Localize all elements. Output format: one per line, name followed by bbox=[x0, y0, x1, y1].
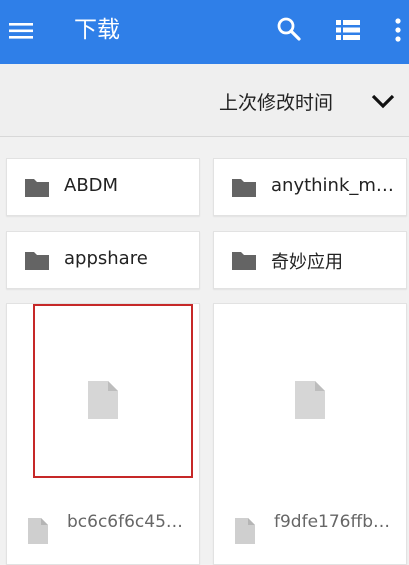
folder-name: appshare bbox=[64, 248, 148, 269]
folder-card[interactable]: 奇妙应用 bbox=[213, 231, 407, 289]
document-icon bbox=[295, 381, 325, 419]
file-card[interactable]: f9dfe176ffb… bbox=[213, 303, 407, 565]
file-thumbnail bbox=[214, 304, 406, 474]
more-vert-icon[interactable] bbox=[392, 16, 404, 44]
folder-card[interactable]: ABDM bbox=[6, 158, 200, 216]
sort-label[interactable]: 上次修改时间 bbox=[219, 88, 333, 115]
sort-bar[interactable]: 上次修改时间 bbox=[0, 64, 409, 137]
folder-icon bbox=[232, 252, 256, 270]
document-icon bbox=[235, 518, 255, 544]
menu-icon[interactable] bbox=[8, 18, 34, 44]
list-view-icon[interactable] bbox=[335, 17, 361, 43]
selection-highlight bbox=[33, 304, 193, 478]
file-name: bc6c6f6c45… bbox=[67, 512, 183, 532]
file-name: f9dfe176ffb… bbox=[274, 512, 390, 532]
chevron-down-icon[interactable] bbox=[370, 92, 396, 110]
folder-name: 奇妙应用 bbox=[271, 252, 343, 273]
app-bar: 下载 bbox=[0, 0, 409, 64]
search-icon[interactable] bbox=[276, 16, 302, 42]
folder-card[interactable]: appshare bbox=[6, 231, 200, 289]
document-icon bbox=[28, 518, 48, 544]
folder-name: anythink_m… bbox=[271, 175, 394, 196]
folder-name: ABDM bbox=[64, 175, 119, 196]
folder-icon bbox=[232, 179, 256, 197]
folder-icon bbox=[25, 179, 49, 197]
folder-icon bbox=[25, 252, 49, 270]
page-title: 下载 bbox=[74, 17, 120, 43]
folder-card[interactable]: anythink_m… bbox=[213, 158, 407, 216]
